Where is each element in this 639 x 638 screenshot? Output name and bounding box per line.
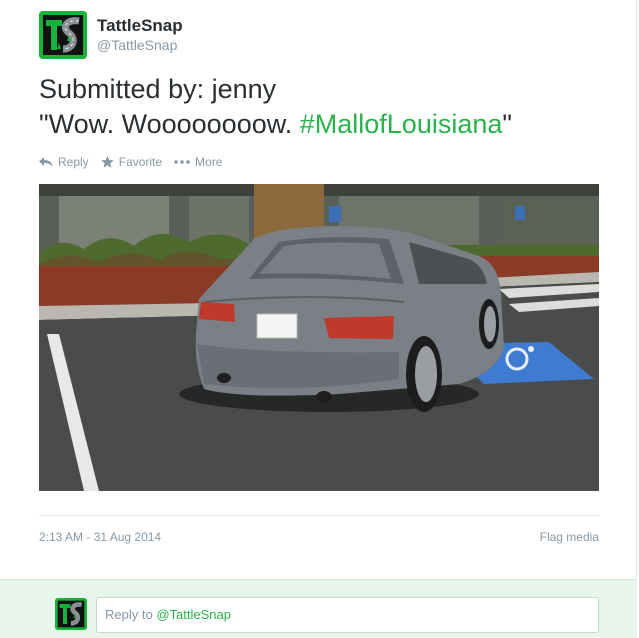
tweet-meta: 2:13 AM - 31 Aug 2014 Flag media xyxy=(39,530,599,544)
reply-label: Reply xyxy=(58,155,89,169)
user-handle[interactable]: @TattleSnap xyxy=(97,36,183,54)
reply-mention: @TattleSnap xyxy=(156,607,231,622)
user-names: TattleSnap @TattleSnap xyxy=(97,16,183,54)
tweet-line-2-suffix: " xyxy=(502,109,512,139)
reply-bar: Reply to @TattleSnap xyxy=(0,579,637,638)
tweet-line-1: Submitted by: jenny xyxy=(39,74,277,104)
flag-media-link[interactable]: Flag media xyxy=(540,530,599,544)
tweet-text: Submitted by: jenny "Wow. Woooooooow. #M… xyxy=(39,72,619,142)
favorite-label: Favorite xyxy=(118,155,163,169)
tweet-line-2-prefix: "Wow. Woooooooow. xyxy=(39,109,300,139)
reply-avatar xyxy=(55,598,87,630)
reply-prefix: Reply to xyxy=(105,607,157,622)
more-label: More xyxy=(195,155,223,169)
tweet-actions: Reply Favorite More xyxy=(39,155,234,169)
hashtag-link[interactable]: #MallofLouisiana xyxy=(300,109,503,139)
more-dots-icon xyxy=(174,160,190,164)
tweet-card: TattleSnap @TattleSnap Submitted by: jen… xyxy=(0,0,637,638)
reply-icon xyxy=(39,157,53,167)
user-fullname[interactable]: TattleSnap xyxy=(97,16,183,36)
reply-input[interactable]: Reply to @TattleSnap xyxy=(96,597,599,633)
tattlesnap-logo-icon xyxy=(39,11,87,59)
tweet-header: TattleSnap @TattleSnap xyxy=(39,10,183,60)
parked-car-photo xyxy=(39,184,599,491)
tattlesnap-logo-icon xyxy=(55,598,87,630)
more-action[interactable]: More xyxy=(174,155,222,169)
favorite-action[interactable]: Favorite xyxy=(100,155,163,169)
tweet-media-photo[interactable] xyxy=(39,184,599,491)
reply-action[interactable]: Reply xyxy=(39,155,89,169)
star-icon xyxy=(100,156,114,168)
avatar[interactable] xyxy=(39,11,87,59)
tweet-line-2: "Wow. Woooooooow. #MallofLouisiana" xyxy=(39,107,619,142)
divider xyxy=(39,515,599,516)
tweet-timestamp[interactable]: 2:13 AM - 31 Aug 2014 xyxy=(39,530,161,544)
